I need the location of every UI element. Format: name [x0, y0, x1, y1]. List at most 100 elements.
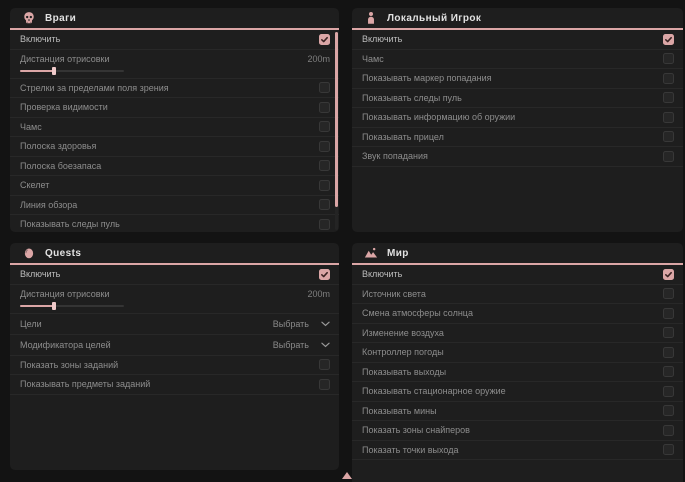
setting-label: Стрелки за пределами поля зрения [20, 83, 169, 93]
setting-row: Стрелки за пределами поля зрения [10, 79, 339, 99]
panel-rows: Включить Источник света Смена атмосферы со… [352, 265, 683, 460]
setting-label: Показывать стационарное оружие [362, 386, 506, 396]
setting-label: Линия обзора [20, 200, 77, 210]
setting-label: Источник света [362, 289, 426, 299]
checkbox-unchecked[interactable] [663, 405, 674, 416]
setting-row: Показывать предметы заданий [10, 375, 339, 395]
checkbox-checked[interactable] [663, 269, 674, 280]
panel-header: Локальный Игрок [352, 8, 683, 30]
panel-title: Локальный Игрок [387, 13, 481, 24]
checkbox-unchecked[interactable] [663, 53, 674, 64]
checkbox-unchecked[interactable] [663, 131, 674, 142]
checkbox-unchecked[interactable] [319, 359, 330, 370]
slider-label: Дистанция отрисовки [20, 289, 110, 299]
panel-title: Мир [387, 248, 409, 259]
slider-track[interactable] [20, 70, 124, 72]
checkbox-checked[interactable] [663, 34, 674, 45]
dropdown-row: Модификатора целей Выбрать [10, 335, 339, 356]
setting-label: Проверка видимости [20, 102, 108, 112]
setting-row: Источник света [352, 285, 683, 305]
panel-header: Quests [10, 243, 339, 265]
setting-label: Показывать следы пуль [20, 219, 120, 229]
setting-label: Контроллер погоды [362, 347, 444, 357]
panel-header: Враги [10, 8, 339, 30]
slider-track[interactable] [20, 305, 124, 307]
slider-fill [20, 70, 54, 72]
mountain-icon [364, 246, 378, 260]
checkbox-unchecked[interactable] [663, 327, 674, 338]
setting-label: Показывать предметы заданий [20, 379, 150, 389]
setting-row: Проверка видимости [10, 98, 339, 118]
setting-label: Показывать маркер попадания [362, 73, 492, 83]
setting-row: Чамс [352, 50, 683, 70]
checkbox-unchecked[interactable] [663, 151, 674, 162]
dropdown-select[interactable]: Выбрать [273, 319, 330, 329]
panel-title: Quests [45, 248, 81, 259]
chevron-down-icon [321, 342, 330, 348]
setting-label: Звук попадания [362, 151, 428, 161]
setting-row: Показывать следы пуль [352, 89, 683, 109]
setting-row: Показывать мины [352, 402, 683, 422]
checkbox-unchecked[interactable] [663, 386, 674, 397]
checkbox-unchecked[interactable] [663, 366, 674, 377]
checkbox-unchecked[interactable] [663, 92, 674, 103]
checkbox-unchecked[interactable] [319, 379, 330, 390]
scrollbar-track[interactable] [335, 32, 338, 230]
setting-row: Чамс [10, 118, 339, 138]
dropdown-value: Выбрать [273, 340, 309, 350]
setting-row: Изменение воздуха [352, 324, 683, 344]
setting-row: Включить [352, 265, 683, 285]
checkbox-unchecked[interactable] [319, 141, 330, 152]
chevron-down-icon [321, 321, 330, 327]
setting-row: Показать точки выхода [352, 441, 683, 461]
checkbox-unchecked[interactable] [319, 160, 330, 171]
panel-rows: ВключитьЧамсПоказывать маркер попаданияП… [352, 30, 683, 167]
setting-label: Скелет [20, 180, 49, 190]
checkbox-unchecked[interactable] [319, 82, 330, 93]
setting-label: Показать зоны снайперов [362, 425, 470, 435]
setting-label: Чамс [20, 122, 42, 132]
setting-label: Показывать информацию об оружии [362, 112, 515, 122]
checkbox-unchecked[interactable] [663, 444, 674, 455]
slider-thumb[interactable] [52, 67, 56, 75]
setting-row: Показывать стационарное оружие [352, 382, 683, 402]
checkbox-unchecked[interactable] [663, 112, 674, 123]
person-icon [364, 11, 378, 25]
panel-header: Мир [352, 243, 683, 265]
checkbox-unchecked[interactable] [663, 73, 674, 84]
setting-row: Контроллер погоды [352, 343, 683, 363]
checkbox-checked[interactable] [319, 269, 330, 280]
checkbox-unchecked[interactable] [663, 347, 674, 358]
checkbox-unchecked[interactable] [663, 308, 674, 319]
checkbox-unchecked[interactable] [663, 288, 674, 299]
setting-row: Звук попадания [352, 147, 683, 167]
setting-label: Включить [362, 269, 402, 279]
slider-value: 200m [307, 289, 330, 299]
scrollbar-thumb[interactable] [335, 32, 338, 207]
setting-row: Скелет [10, 176, 339, 196]
setting-label: Показать зоны заданий [20, 360, 118, 370]
setting-row: Включить [10, 30, 339, 50]
slider-label: Дистанция отрисовки [20, 54, 110, 64]
checkbox-unchecked[interactable] [319, 199, 330, 210]
panel-rows: Включить Дистанция отрисовки200m Стрелки з… [10, 30, 339, 232]
setting-row: Показывать следы пуль [10, 215, 339, 232]
setting-row: Показывать информацию об оружии [352, 108, 683, 128]
setting-label: Смена атмосферы солнца [362, 308, 473, 318]
checkbox-unchecked[interactable] [663, 425, 674, 436]
dropdown-select[interactable]: Выбрать [273, 340, 330, 350]
checkbox-unchecked[interactable] [319, 102, 330, 113]
setting-label: Чамс [362, 54, 384, 64]
setting-row: Смена атмосферы солнца [352, 304, 683, 324]
checkbox-unchecked[interactable] [319, 219, 330, 230]
dropdown-label: Модификатора целей [20, 340, 111, 350]
slider-header: Дистанция отрисовки200m [20, 53, 330, 66]
checkbox-unchecked[interactable] [319, 121, 330, 132]
slider-thumb[interactable] [52, 302, 56, 310]
setting-label: Изменение воздуха [362, 328, 444, 338]
checkbox-unchecked[interactable] [319, 180, 330, 191]
setting-label: Полоска здоровья [20, 141, 96, 151]
cursor-triangle [342, 472, 352, 479]
skull-icon [22, 11, 36, 25]
checkbox-checked[interactable] [319, 34, 330, 45]
